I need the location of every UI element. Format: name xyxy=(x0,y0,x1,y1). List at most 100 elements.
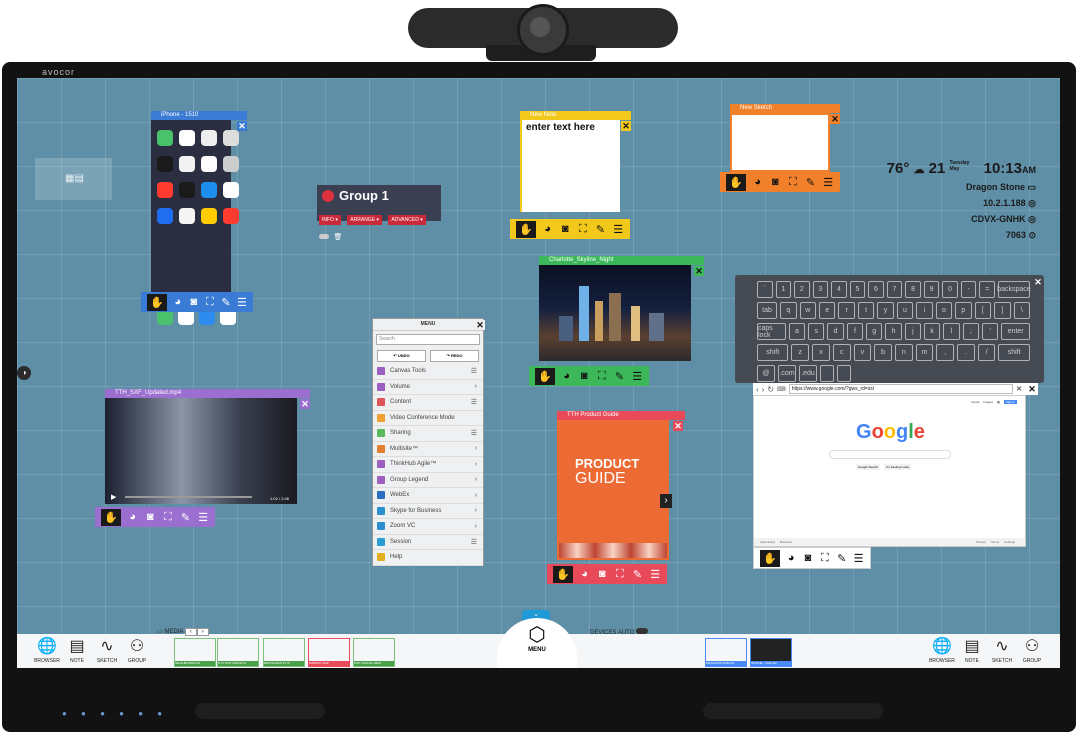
keyboard-icon[interactable]: ⌨ xyxy=(777,386,786,393)
menu-item[interactable]: Sharing ☰ xyxy=(373,426,483,442)
privacy-link[interactable]: Privacy xyxy=(976,540,986,544)
back-icon[interactable]: ‹ xyxy=(756,385,759,394)
video-window[interactable]: TTH_SXF_Updated.mp4 ✕ ▶ 1:02 / 2:46 ✋ ◕ … xyxy=(95,389,310,527)
keyboard-key[interactable]: 8 xyxy=(905,281,921,298)
keyboard-key[interactable]: w xyxy=(799,302,816,319)
video-titlebar[interactable]: TTH_SXF_Updated.mp4 xyxy=(105,389,310,398)
keyboard-key[interactable]: tab xyxy=(757,302,778,319)
camera-icon[interactable]: ◙ xyxy=(803,552,814,564)
palette-icon[interactable]: ◕ xyxy=(173,296,183,308)
device-thumb[interactable]: IPHONE - 1510 FR xyxy=(750,638,792,667)
keyboard-key[interactable]: f xyxy=(846,323,864,340)
close-icon[interactable]: ✕ xyxy=(621,121,631,131)
keyboard-key[interactable]: b xyxy=(874,344,892,361)
dock-menu-button[interactable]: ⬡ MENU xyxy=(497,618,577,668)
keyboard-key[interactable] xyxy=(837,365,851,382)
keyboard-key[interactable]: 3 xyxy=(812,281,829,298)
keyboard-key[interactable]: 6 xyxy=(868,281,884,298)
keyboard-key[interactable]: e xyxy=(818,302,836,319)
list-icon[interactable]: ☰ xyxy=(649,568,661,581)
group-toggle[interactable] xyxy=(319,234,329,239)
note-window[interactable]: New Note ✕ enter text here ✋ ◕ ◙ ⛶ ✎ ☰ xyxy=(510,111,631,239)
next-page-icon[interactable]: › xyxy=(660,494,672,508)
group-title[interactable]: Group 1 xyxy=(317,185,441,207)
keyboard-key[interactable]: s xyxy=(808,323,825,340)
media-prev-icon[interactable]: ‹ xyxy=(184,628,197,636)
menu-item[interactable]: Skype for Business › xyxy=(373,504,483,519)
menu-item[interactable]: Help xyxy=(373,550,483,566)
pin-icon[interactable]: ✎ xyxy=(614,370,626,383)
fullscreen-icon[interactable]: ⛶ xyxy=(614,568,626,581)
media-thumb[interactable]: NYC POP GROWTH xyxy=(217,638,259,667)
phone-screen[interactable] xyxy=(151,120,239,325)
sign-in-button[interactable]: Sign in xyxy=(1003,400,1017,404)
dock-sketch-button[interactable]: ∿ SKETCH xyxy=(93,636,121,664)
close-icon[interactable]: ✕ xyxy=(673,421,683,431)
keyboard-key[interactable]: / xyxy=(977,344,996,361)
keyboard-key[interactable]: caps lock xyxy=(757,323,786,340)
close-icon[interactable]: ✕ xyxy=(1033,277,1043,287)
palette-icon[interactable]: ◕ xyxy=(561,370,573,382)
keyboard-key[interactable]: , xyxy=(936,344,955,361)
redo-button[interactable]: ↷ REDO xyxy=(430,350,479,362)
group-info-button[interactable]: INFO ▾ xyxy=(319,215,341,225)
app-icon[interactable] xyxy=(201,130,217,146)
skyline-photo[interactable] xyxy=(539,265,691,361)
page-thumbnails[interactable] xyxy=(559,543,667,558)
app-icon[interactable] xyxy=(201,208,217,224)
pin-icon[interactable]: ✎ xyxy=(632,568,644,581)
keyboard-key[interactable]: q xyxy=(780,302,797,319)
keyboard-key[interactable]: = xyxy=(979,281,995,298)
keyboard-key[interactable]: .edu xyxy=(799,365,817,382)
app-icon[interactable] xyxy=(179,208,195,224)
dock-sketch-button-right[interactable]: ∿ SKETCH xyxy=(988,636,1016,664)
hand-icon[interactable]: ✋ xyxy=(760,549,780,567)
keyboard-key[interactable]: k xyxy=(924,323,941,340)
menu-search-input[interactable]: Search xyxy=(376,334,480,345)
onscreen-keyboard[interactable]: ✕ ` 1 2 3 4 5 6 7 8 9 0- = backspace tab q w e r t y u i o p[] \… xyxy=(735,275,1044,383)
device-thumb[interactable]: DRAGONSTONE PR xyxy=(705,638,747,667)
sketch-canvas[interactable] xyxy=(730,113,830,172)
keyboard-key[interactable]: shift xyxy=(998,344,1030,361)
menu-item[interactable]: Group Legend › xyxy=(373,473,483,488)
keyboard-key[interactable]: - xyxy=(960,281,977,298)
keyboard-key[interactable]: ] xyxy=(994,302,1011,319)
palette-icon[interactable]: ◕ xyxy=(127,511,139,523)
google-search-button[interactable]: Google Search xyxy=(856,464,881,470)
keyboard-key[interactable]: 5 xyxy=(849,281,866,298)
keyboard-key[interactable]: d xyxy=(827,323,844,340)
keyboard-key[interactable]: c xyxy=(832,344,851,361)
group-widget[interactable]: Group 1 INFO ▾ ARRANGE ▾ ADVANCED ▾ 🗑 xyxy=(317,185,441,241)
dock-browser-button[interactable]: 🌐 BROWSER xyxy=(33,636,61,664)
photo-titlebar[interactable]: Charlotte_Skyline_Night xyxy=(539,256,704,265)
close-icon[interactable]: ✕ xyxy=(237,121,247,131)
app-icon[interactable] xyxy=(201,182,217,198)
fullscreen-icon[interactable]: ⛶ xyxy=(819,552,830,565)
terms-link[interactable]: Terms xyxy=(991,540,999,544)
camera-icon[interactable]: ◙ xyxy=(769,176,781,188)
menu-item[interactable]: WebEx › xyxy=(373,488,483,504)
pin-icon[interactable]: ✎ xyxy=(180,511,192,524)
palette-icon[interactable]: ◕ xyxy=(579,568,591,580)
keyboard-key[interactable]: m xyxy=(915,344,934,361)
list-icon[interactable]: ☰ xyxy=(822,176,834,189)
keyboard-key[interactable]: . xyxy=(957,344,975,361)
guide-window[interactable]: TTH Product Guide ✕ PRODUCT GUIDE › ✋ ◕ … xyxy=(547,411,685,584)
hand-icon[interactable]: ✋ xyxy=(535,367,555,385)
keyboard-key[interactable]: 1 xyxy=(775,281,792,298)
note-titlebar[interactable]: New Note xyxy=(520,111,631,120)
phone-titlebar[interactable]: iPhone - 1510 xyxy=(151,111,247,120)
keyboard-key[interactable]: l xyxy=(943,323,960,340)
keyboard-key[interactable]: enter xyxy=(1001,323,1031,340)
keyboard-key[interactable]: g xyxy=(866,323,883,340)
keyboard-key[interactable]: ` xyxy=(757,281,773,298)
keyboard-key[interactable]: \ xyxy=(1013,302,1030,319)
menu-item[interactable]: Zoom VC › xyxy=(373,519,483,535)
keyboard-key[interactable] xyxy=(820,365,834,382)
close-icon[interactable]: ✕ xyxy=(1027,384,1037,394)
media-next-icon[interactable]: › xyxy=(196,628,209,636)
keyboard-key[interactable]: 7 xyxy=(886,281,903,298)
keyboard-key[interactable]: p xyxy=(955,302,972,319)
fullscreen-icon[interactable]: ⛶ xyxy=(577,223,589,236)
url-field[interactable]: https://www.google.com/?gws_rd=ssl xyxy=(788,384,1014,394)
